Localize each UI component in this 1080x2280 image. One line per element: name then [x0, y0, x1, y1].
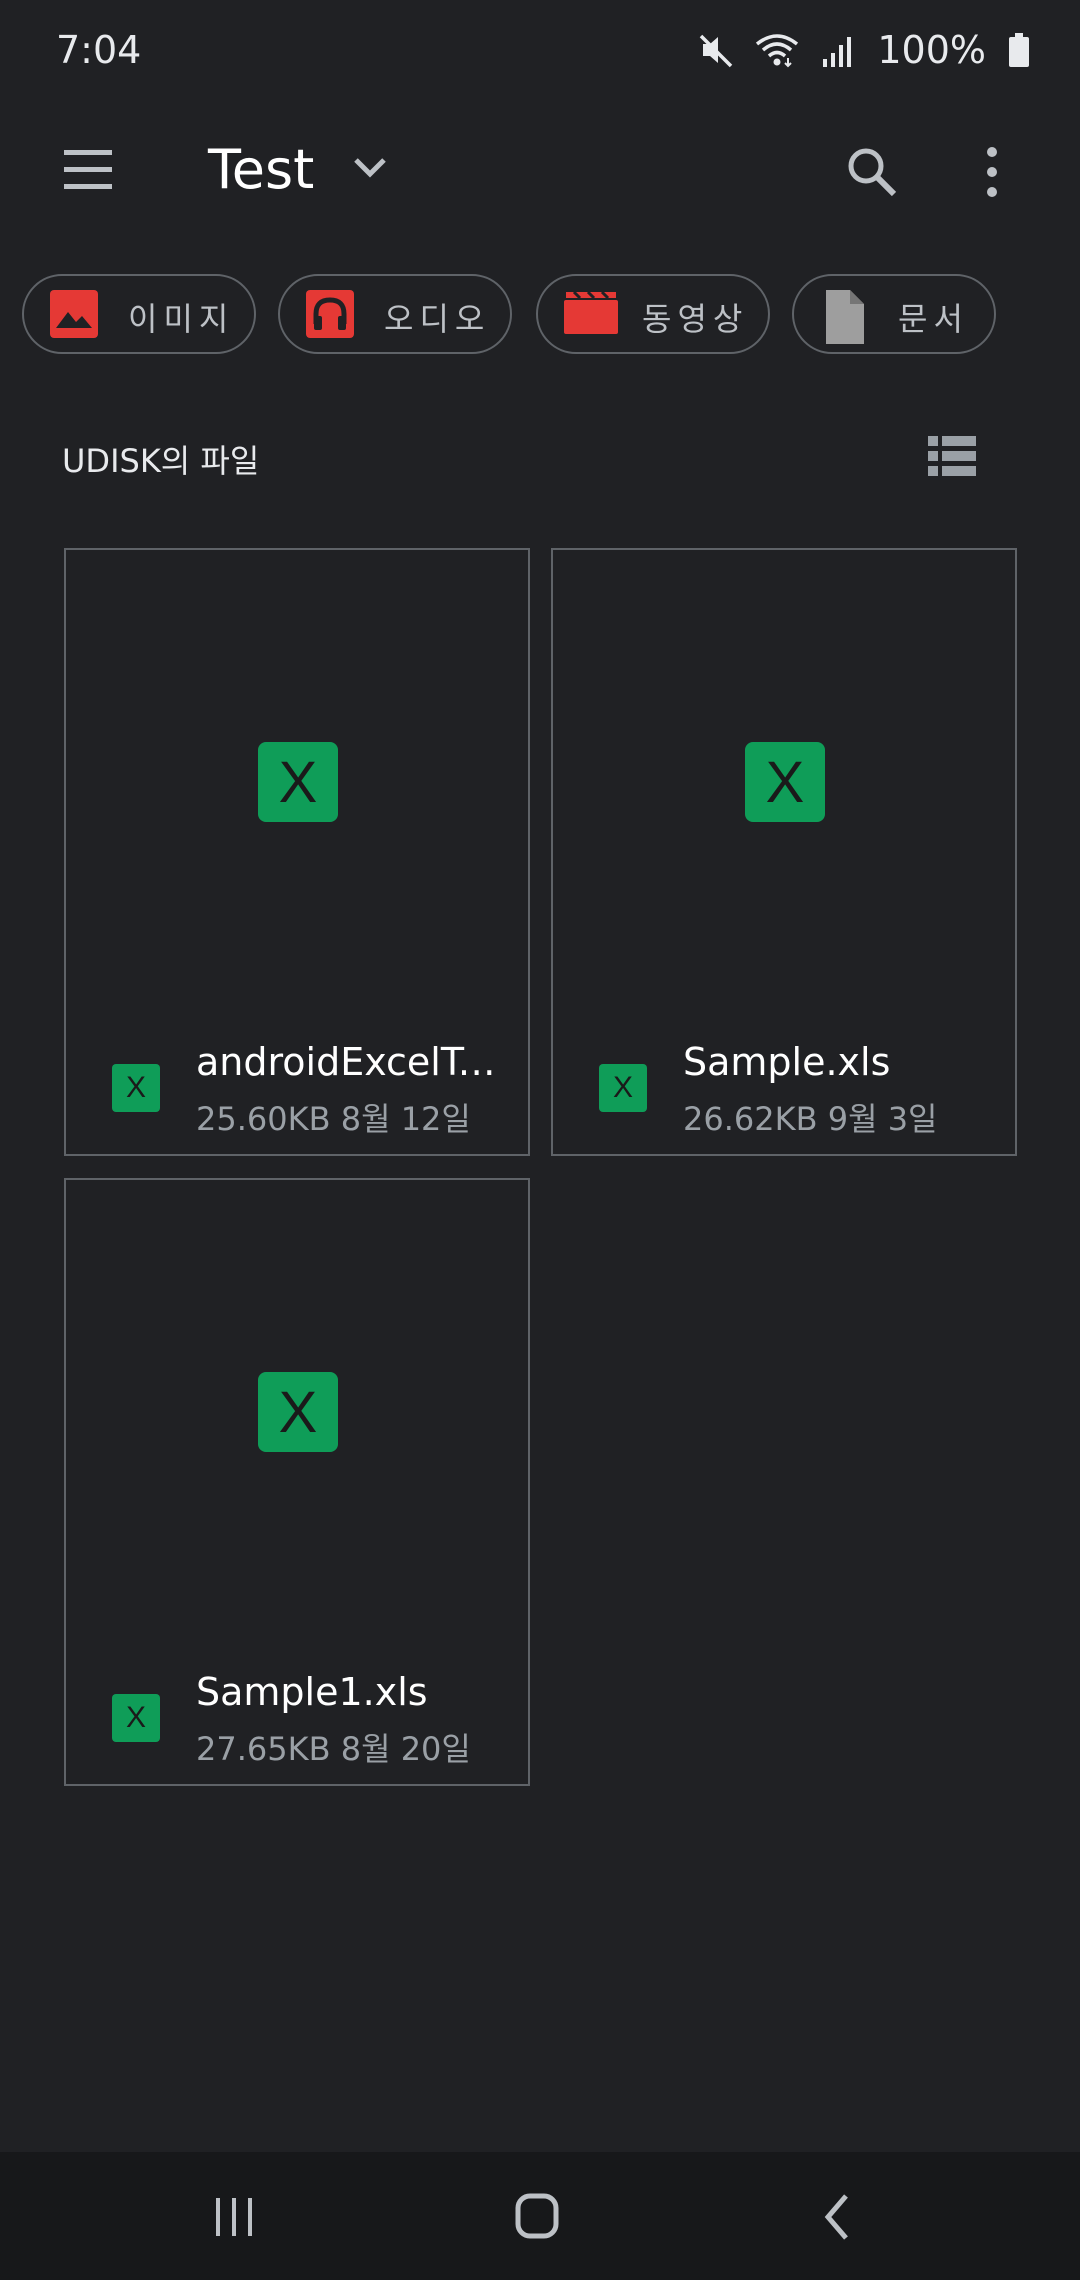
file-card[interactable]: X X androidExcelTe... 25.60KB 8월 12일 [64, 548, 530, 1156]
file-meta: 26.62KB 9월 3일 [683, 1100, 938, 1138]
video-icon [564, 290, 618, 338]
file-name: androidExcelTe... [196, 1040, 512, 1084]
chip-audio[interactable]: 오디오 [278, 274, 512, 354]
excel-icon: X [258, 1372, 338, 1452]
back-icon[interactable] [808, 2192, 868, 2242]
wifi-icon [755, 32, 799, 68]
menu-icon[interactable] [60, 142, 130, 198]
file-card[interactable]: X X Sample.xls 26.62KB 9월 3일 [551, 548, 1017, 1156]
signal-icon [821, 33, 855, 67]
headphones-icon [306, 290, 354, 338]
battery-text: 100% [877, 28, 986, 72]
file-meta: 25.60KB 8월 12일 [196, 1100, 471, 1138]
home-icon[interactable] [508, 2192, 568, 2242]
document-icon [820, 290, 868, 344]
excel-icon: X [599, 1064, 647, 1112]
recent-apps-icon[interactable] [204, 2192, 264, 2242]
chevron-down-icon [352, 156, 388, 184]
excel-icon: X [112, 1694, 160, 1742]
section-title: UDISK의 파일 [62, 442, 260, 480]
mute-icon [699, 32, 733, 68]
chip-video[interactable]: 동영상 [536, 274, 770, 354]
chip-documents[interactable]: 문서 [792, 274, 996, 354]
app-bar: Test [0, 120, 1080, 220]
battery-icon [1008, 32, 1030, 68]
file-name: Sample1.xls [196, 1670, 428, 1714]
file-meta: 27.65KB 8월 20일 [196, 1730, 471, 1768]
file-name: Sample.xls [683, 1040, 891, 1084]
list-view-icon[interactable] [928, 436, 976, 476]
status-icons: 100% [699, 28, 1030, 72]
chip-label: 동영상 [642, 300, 749, 338]
chip-label: 이미지 [128, 300, 235, 338]
page-title: Test [208, 138, 315, 201]
status-bar: 7:04 100% [0, 0, 1080, 100]
category-chips: 이미지 오디오 동영상 문서 [22, 274, 1062, 358]
status-time: 7:04 [56, 28, 142, 72]
chip-label: 문서 [898, 300, 969, 338]
excel-icon: X [745, 742, 825, 822]
chip-images[interactable]: 이미지 [22, 274, 256, 354]
file-card[interactable]: X X Sample1.xls 27.65KB 8월 20일 [64, 1178, 530, 1786]
search-icon[interactable] [842, 142, 902, 202]
excel-icon: X [258, 742, 338, 822]
system-nav-bar [0, 2152, 1080, 2280]
chip-label: 오디오 [384, 300, 491, 338]
image-icon [50, 290, 98, 338]
more-vert-icon[interactable] [974, 142, 1010, 202]
folder-selector[interactable]: Test [208, 138, 388, 201]
excel-icon: X [112, 1064, 160, 1112]
